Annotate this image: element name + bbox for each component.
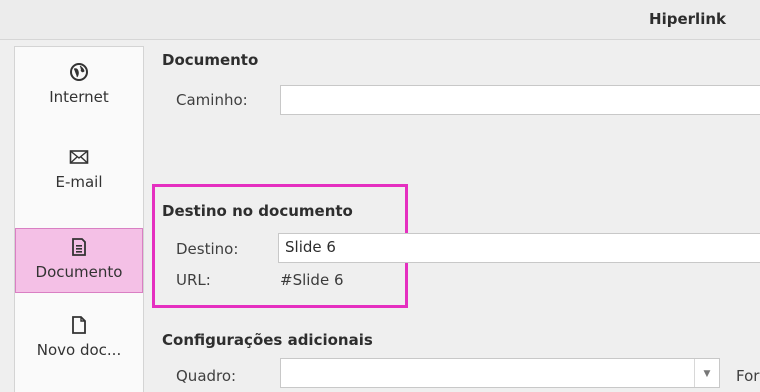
envelope-icon	[69, 150, 89, 164]
sidebar-item-label: Documento	[35, 263, 123, 281]
path-label: Caminho:	[176, 91, 248, 109]
sidebar-item-label: E-mail	[55, 173, 103, 191]
new-document-icon	[72, 316, 86, 334]
globe-icon	[70, 63, 88, 81]
document-icon	[72, 238, 86, 256]
title-bar: Hiperlink	[0, 0, 760, 40]
sidebar-item-internet[interactable]: Internet	[15, 62, 143, 132]
sidebar-item-new-document[interactable]: Novo doc...	[15, 315, 143, 385]
chevron-down-icon[interactable]: ▼	[694, 359, 719, 387]
path-input[interactable]	[280, 85, 760, 115]
frame-label: Quadro:	[176, 367, 237, 385]
hyperlink-type-sidebar: Internet E-mail Documento Novo doc...	[14, 46, 144, 392]
additional-settings-title: Configurações adicionais	[162, 331, 373, 349]
target-section-title: Destino no documento	[162, 202, 353, 220]
sidebar-item-document[interactable]: Documento	[15, 228, 143, 293]
sidebar-item-email[interactable]: E-mail	[15, 147, 143, 217]
dialog-title: Hiperlink	[649, 10, 726, 28]
document-section-title: Documento	[162, 51, 259, 69]
url-value: #Slide 6	[280, 271, 344, 289]
target-input[interactable]: Slide 6	[278, 233, 760, 263]
sidebar-item-label: Novo doc...	[36, 341, 122, 359]
url-label: URL:	[176, 271, 211, 289]
sidebar-item-label: Internet	[49, 88, 109, 106]
target-label: Destino:	[176, 240, 239, 258]
form-label: For	[736, 367, 760, 385]
